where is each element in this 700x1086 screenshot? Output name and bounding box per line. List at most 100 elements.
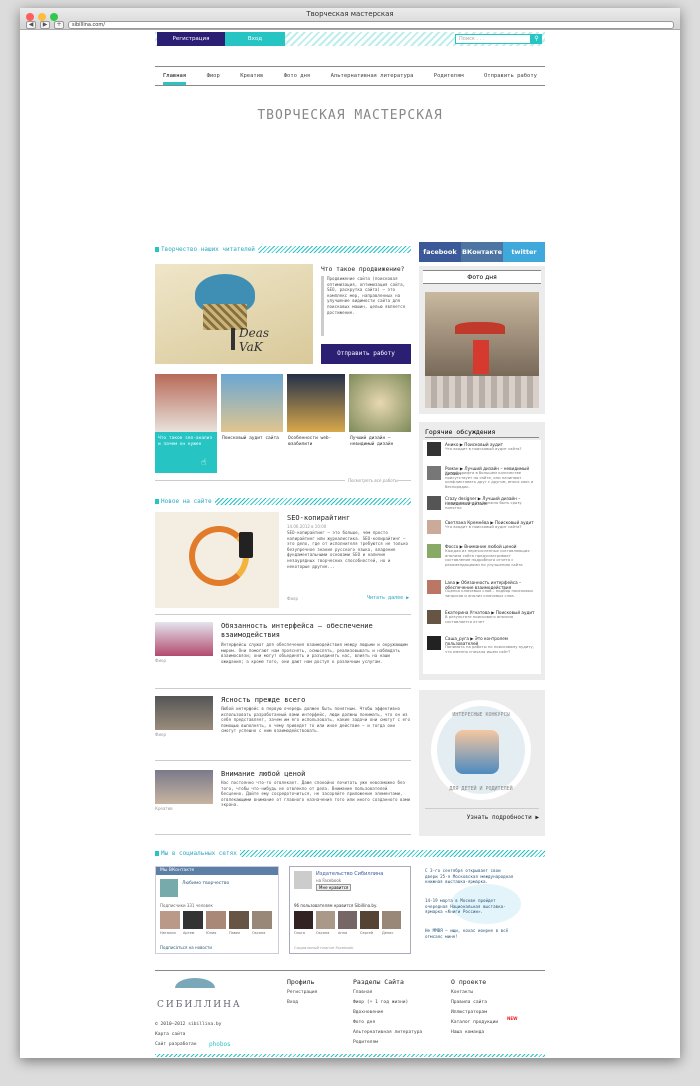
fb-names: Ольга Оксана Анна Сергей Денис (294, 931, 401, 935)
footer-link[interactable]: Фото дня (353, 1020, 375, 1025)
footer-link[interactable]: Правила сайта (451, 1000, 487, 1005)
discussion-item[interactable]: Фоссо ▶ Внимание любой ценой Каждая из пе… (427, 544, 535, 567)
article-1-text: Интерфейсы служат для обеспечения взаимо… (221, 642, 408, 664)
menu-item-literature[interactable]: Альтернативная литература (331, 67, 414, 85)
menu-item-photo[interactable]: Фото дня (284, 67, 311, 85)
thumb-4[interactable] (349, 374, 411, 432)
article-1-title[interactable]: Обязанность интерфейса — обеспечение вза… (221, 622, 411, 640)
fb-face[interactable] (338, 911, 357, 929)
lead-date: 14.06.2012 в 10:00 (287, 524, 327, 529)
footer-stripe (155, 1054, 545, 1057)
developer-link[interactable]: phobos (209, 1041, 231, 1048)
footer-link[interactable]: Регистрация (287, 990, 317, 995)
discussion-item[interactable]: Саша_руга ▶ Это контролем пользователей П… (427, 636, 535, 654)
register-button[interactable]: Регистрация (157, 32, 225, 46)
tweet-1[interactable]: С 3-го сентября открывает свои двери 25-… (425, 868, 515, 885)
thumb-1[interactable]: Что такое seo-анализ и зачем он нужен ☝ (155, 374, 217, 473)
facebook-button[interactable]: facebook (419, 242, 461, 262)
photo-of-day-box: Фото дня (419, 266, 545, 414)
article-1-author: Фиор (155, 658, 167, 663)
discussion-item[interactable]: Анико ▶ Поисковый аудит Что входит в поис… (427, 442, 535, 460)
contest-more-link[interactable]: Узнать подробности ▶ (467, 814, 539, 821)
discussion-item[interactable]: Светлана Кремнёва ▶ Поисковый аудит Что в… (427, 520, 535, 538)
footer-logo[interactable]: СИБИЛЛИНА (157, 978, 240, 1018)
thumb-2-caption[interactable]: Поисковый аудит сайта (222, 436, 282, 442)
add-tab-icon[interactable]: + (54, 20, 64, 29)
footer-profile-heading: Профиль (287, 978, 315, 986)
article-2-image[interactable] (155, 696, 213, 730)
discussion-item[interactable]: Екатерина Угнатова ▶ Поисковый аудит В ре… (427, 610, 535, 628)
fb-face[interactable] (360, 911, 379, 929)
footer-link[interactable]: Главная (353, 990, 372, 995)
read-more-link[interactable]: Читать далее ▶ (367, 595, 409, 601)
footer-link[interactable]: Контакты (451, 990, 473, 995)
fb-like-button[interactable]: Мне нравится (316, 884, 352, 891)
fb-name[interactable]: Издательство Сибиллина (316, 871, 383, 877)
tweet-2[interactable]: 14-19 марта в Москве пройдет очередная Н… (425, 898, 515, 915)
feature-title[interactable]: Что такое продвижение? (321, 266, 404, 273)
footer-link[interactable]: Родителям (353, 1040, 378, 1045)
twitter-button[interactable]: twitter (503, 242, 545, 262)
vk-subscribe[interactable]: Подписаться на новости (160, 945, 212, 950)
thumb-3[interactable] (287, 374, 345, 432)
lead-image[interactable] (155, 512, 279, 608)
menu-item-creative[interactable]: Креатив (240, 67, 263, 85)
menu-item-fior[interactable]: Фиор (207, 67, 220, 85)
fb-plugin: Социальный плагин Facebook (294, 945, 354, 950)
search-icon[interactable]: ⚲ (531, 34, 542, 44)
footer-link[interactable]: Вдохновение (353, 1010, 383, 1015)
article-3-image[interactable] (155, 770, 213, 804)
article-2-title[interactable]: Ясность прежде всего (221, 696, 411, 705)
footer-link[interactable]: Иллюстраторам (451, 1010, 487, 1015)
footer-link[interactable]: Вход (287, 1000, 298, 1005)
forward-icon[interactable]: ▶ (40, 20, 50, 29)
figure-shape (473, 340, 489, 374)
footer-link[interactable]: Альтернативная литература (353, 1030, 422, 1035)
vk-group[interactable]: Любимо творчество (182, 881, 229, 886)
vk-face[interactable] (252, 911, 272, 929)
article-3-title[interactable]: Внимание любой ценой (221, 770, 411, 779)
section-title: Мы в социальных сетях (155, 850, 240, 857)
footer-link[interactable]: Каталог продукции (451, 1020, 498, 1025)
address-field[interactable]: sibillina.com/ (68, 20, 674, 29)
fb-face[interactable] (316, 911, 335, 929)
thumb-3-caption[interactable]: Особенности web-юзабилити (288, 436, 346, 448)
submit-work-button[interactable]: Отправить работу (321, 344, 411, 364)
vk-face[interactable] (183, 911, 203, 929)
fb-face[interactable] (294, 911, 313, 929)
login-button[interactable]: Вход (225, 32, 285, 46)
search-input[interactable]: Поиск . . . (455, 34, 531, 44)
menu-item-parents[interactable]: Родителям (434, 67, 464, 85)
lead-title[interactable]: SEO-копирайтинг (287, 514, 350, 523)
footer-link[interactable]: Фиор (+ 1 год жизни) (353, 1000, 408, 1005)
discussion-item[interactable]: Crazy designer ▶ Лучший дизайн – невидим… (427, 496, 535, 514)
sitemap-link[interactable]: Карта сайта (155, 1032, 185, 1037)
discussion-item[interactable]: Lana ▶ Обязанность интерфейса – обеспече… (427, 580, 535, 598)
thumb-2[interactable] (221, 374, 283, 432)
view-all-link[interactable]: Посмотреть все работы (345, 478, 399, 483)
photo-of-day[interactable] (425, 292, 539, 408)
vk-faces (160, 911, 272, 929)
lead-author: Фиор (287, 596, 299, 601)
vkontakte-button[interactable]: ВКонтакте (461, 242, 503, 262)
twitter-feed: С 3-го сентября открывает свои двери 25-… (421, 866, 545, 954)
vk-face[interactable] (206, 911, 226, 929)
menu-item-submit[interactable]: Отправить работу (484, 67, 537, 85)
section-title: Новое на сайте (155, 498, 215, 505)
lead-text: SEO-копирайтинг – это больше, чем просто… (287, 530, 409, 569)
footer-link[interactable]: Наша команда (451, 1030, 484, 1035)
back-icon[interactable]: ◀ (26, 20, 36, 29)
section-title: Творчество наших читателей (155, 246, 258, 253)
tweet-3[interactable]: Не ММВЯ – ищи, кохас ионрне в всё отмсая… (425, 928, 515, 939)
thumb-4-caption[interactable]: Лучший дизайн — невидимый дизайн (350, 436, 410, 448)
article-1-image[interactable] (155, 622, 213, 656)
menu-item-home[interactable]: Главная (163, 67, 187, 85)
vk-face[interactable] (160, 911, 180, 929)
contest-box[interactable]: ИНТЕРЕСНЫЕ КОНКУРСЫ ДЛЯ ДЕТЕЙ И РОДИТЕЛЕ… (419, 690, 545, 836)
discussion-item[interactable]: Роман ▶ Лучший дизайн – невидимый дизайн… (427, 466, 535, 489)
fb-face[interactable] (382, 911, 401, 929)
vk-face[interactable] (229, 911, 249, 929)
divider (425, 808, 539, 809)
avatar (427, 610, 441, 624)
feature-image[interactable]: Deas VaK (155, 264, 313, 364)
